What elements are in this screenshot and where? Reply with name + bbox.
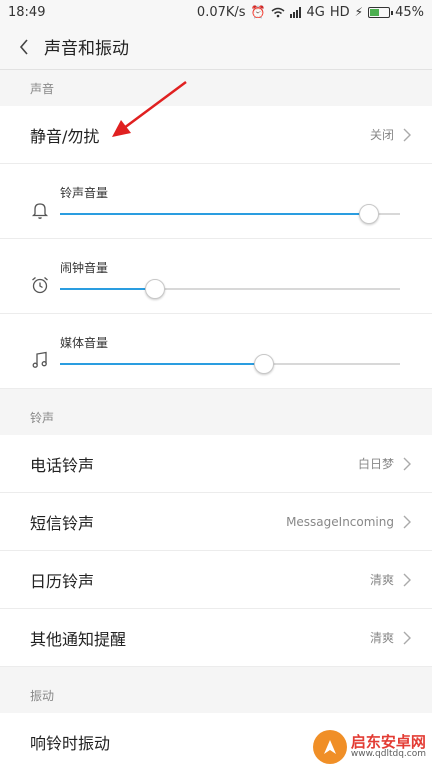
chevron-right-icon xyxy=(403,457,411,470)
other-notification-value: 清爽 xyxy=(369,631,394,645)
sms-ringtone-label: 短信铃声 xyxy=(30,513,95,533)
battery-percent: 45% xyxy=(395,4,424,20)
network-speed: 0.07K/s xyxy=(196,4,246,20)
watermark: 启东安卓网 www.qdltdq.com xyxy=(312,730,426,764)
phone-ringtone-row[interactable]: 电话铃声 白日梦 xyxy=(0,435,432,493)
chevron-right-icon xyxy=(403,631,411,644)
phone-ringtone-value: 白日梦 xyxy=(357,457,394,471)
calendar-ringtone-row[interactable]: 日历铃声 清爽 xyxy=(0,551,432,609)
sms-ringtone-value: MessageIncoming xyxy=(286,514,394,529)
signal-icon xyxy=(289,6,301,18)
watermark-url: www.qdltdq.com xyxy=(350,749,426,760)
media-volume-slider[interactable] xyxy=(60,353,400,374)
ringtone-group: 电话铃声 白日梦 短信铃声 MessageIncoming 日历铃声 清爽 其他… xyxy=(0,435,432,667)
back-button[interactable] xyxy=(14,37,34,57)
battery-icon xyxy=(368,6,394,18)
chevron-right-icon xyxy=(403,515,411,528)
watermark-logo-icon xyxy=(312,730,347,764)
section-gap xyxy=(0,389,432,399)
section-header-vibration: 振动 xyxy=(0,677,432,713)
calendar-ringtone-label: 日历铃声 xyxy=(30,571,95,591)
alarm-volume-slider[interactable] xyxy=(60,278,400,299)
watermark-name: 启东安卓网 xyxy=(350,732,426,751)
ringtone-volume-slider[interactable] xyxy=(60,203,400,224)
ringtone-volume-row: 铃声音量 xyxy=(0,164,432,239)
sound-group: 静音/勿扰 关闭 铃声音量 闹钟音量 媒体音量 xyxy=(0,106,432,389)
chevron-right-icon xyxy=(403,128,411,141)
calendar-ringtone-value: 清爽 xyxy=(369,573,394,587)
media-volume-row: 媒体音量 xyxy=(0,314,432,389)
title-bar: 声音和振动 xyxy=(0,24,432,70)
hd-label: HD xyxy=(329,4,350,20)
alarm-icon: ⏰ xyxy=(250,5,266,19)
bell-icon xyxy=(31,203,49,219)
section-header-sound: 声音 xyxy=(0,70,432,106)
music-note-icon xyxy=(32,351,47,368)
chevron-right-icon xyxy=(403,573,411,586)
media-volume-label: 媒体音量 xyxy=(60,335,109,350)
other-notification-label: 其他通知提醒 xyxy=(30,629,127,649)
slider-thumb[interactable] xyxy=(359,203,380,224)
charging-icon: ⚡ xyxy=(354,5,364,19)
section-gap xyxy=(0,667,432,677)
dnd-label: 静音/勿扰 xyxy=(30,126,100,146)
alarm-volume-row: 闹钟音量 xyxy=(0,239,432,314)
status-time: 18:49 xyxy=(8,4,46,20)
slider-thumb[interactable] xyxy=(145,278,166,299)
back-chevron-icon xyxy=(19,38,28,55)
phone-ringtone-label: 电话铃声 xyxy=(30,455,95,475)
status-bar: 18:49 0.07K/s ⏰ 4G HD ⚡ 45% xyxy=(0,0,432,24)
other-notification-row[interactable]: 其他通知提醒 清爽 xyxy=(0,609,432,667)
dnd-row[interactable]: 静音/勿扰 关闭 xyxy=(0,106,432,164)
slider-thumb[interactable] xyxy=(254,353,274,374)
status-icons: 0.07K/s ⏰ 4G HD ⚡ 45% xyxy=(197,5,424,20)
ringtone-volume-label: 铃声音量 xyxy=(60,185,109,200)
alarm-volume-label: 闹钟音量 xyxy=(60,260,109,275)
vibrate-on-ring-label: 响铃时振动 xyxy=(30,733,111,753)
section-header-ringtone: 铃声 xyxy=(0,399,432,435)
wifi-icon xyxy=(271,7,284,17)
alarm-clock-icon xyxy=(32,277,48,294)
network-type: 4G xyxy=(306,4,325,20)
sms-ringtone-row[interactable]: 短信铃声 MessageIncoming xyxy=(0,493,432,551)
dnd-value: 关闭 xyxy=(369,128,394,142)
page-title: 声音和振动 xyxy=(44,39,129,59)
